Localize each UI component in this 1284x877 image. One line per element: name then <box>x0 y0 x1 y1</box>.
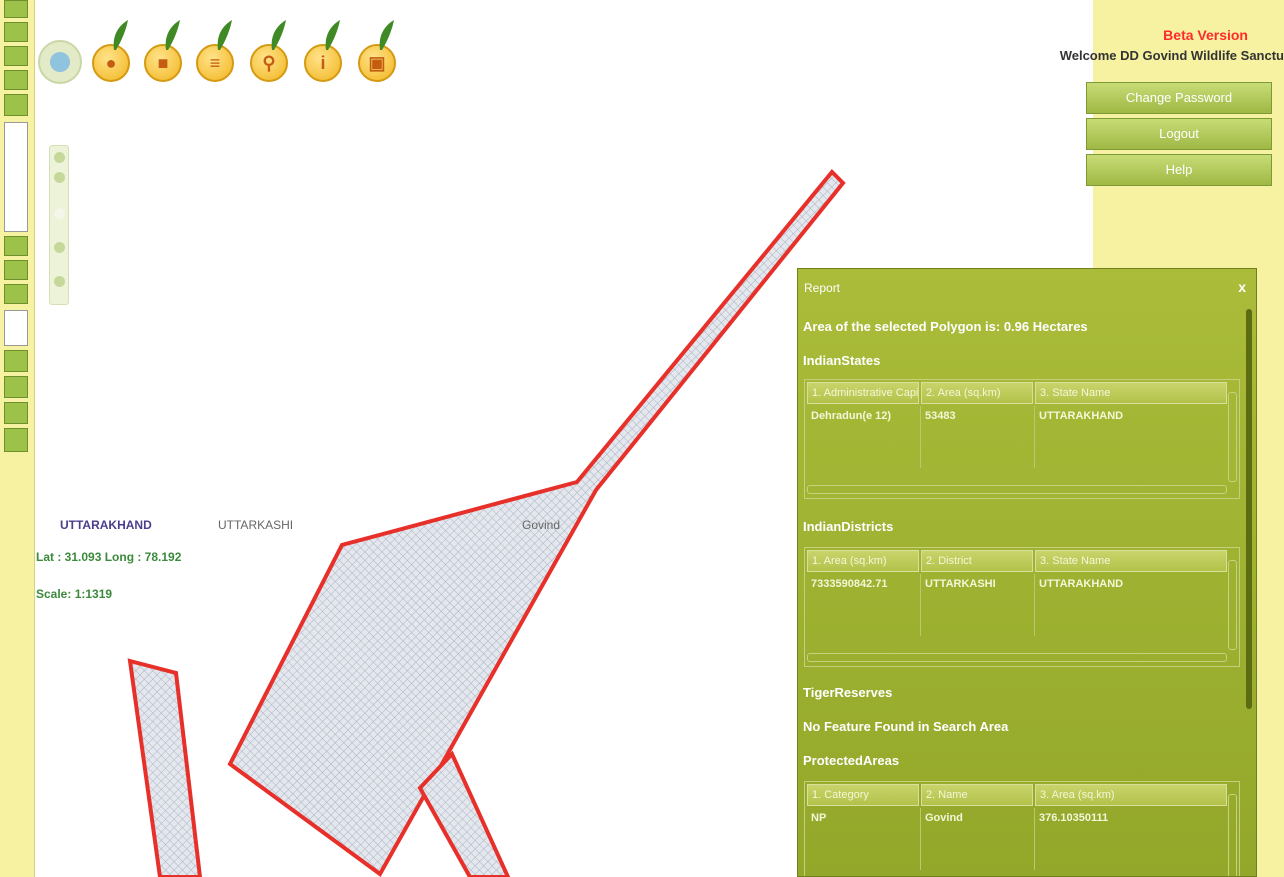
horizontal-scrollbar[interactable] <box>807 485 1227 494</box>
table-header[interactable]: 3. Area (sq.km) <box>1035 784 1227 806</box>
horizontal-scrollbar[interactable] <box>807 653 1227 662</box>
draw-line-icon[interactable] <box>4 428 28 452</box>
indiandistricts-table: 1. Area (sq.km) 2. District 3. State Nam… <box>804 547 1240 667</box>
map-tile-icon[interactable]: ■ <box>144 20 182 82</box>
help-button[interactable]: Help <box>1086 154 1272 186</box>
indianstates-title: IndianStates <box>803 353 881 368</box>
strip-button-11[interactable] <box>4 402 28 424</box>
table-cell: UTTARKASHI <box>925 578 996 590</box>
strip-button-7[interactable] <box>4 260 28 280</box>
indianstates-table: 1. Administrative Capital 2. Area (sq.km… <box>804 379 1240 499</box>
strip-button-9[interactable] <box>4 350 28 372</box>
globe-icon <box>50 52 70 72</box>
zoom-in-icon[interactable] <box>54 152 65 163</box>
table-cell: NP <box>811 812 827 824</box>
table-cell: 376.10350111 <box>1039 812 1109 824</box>
table-cell: Dehradun(e 12) <box>811 410 892 422</box>
strip-button-8[interactable] <box>4 284 28 304</box>
strip-button-4[interactable] <box>4 70 28 90</box>
leaf-decoration-icon <box>113 20 128 50</box>
district-label: UTTARKASHI <box>218 518 294 532</box>
no-feature-message: No Feature Found in Search Area <box>803 719 1009 734</box>
layers-icon[interactable]: ≡ <box>196 20 234 82</box>
strip-button-6[interactable] <box>4 236 28 256</box>
opacity-slider[interactable] <box>4 310 28 346</box>
left-toolstrip <box>0 0 35 877</box>
polygon-area-text: Area of the selected Polygon is: 0.96 He… <box>803 319 1088 334</box>
zoom-bar[interactable] <box>49 145 69 305</box>
polygon-left-strip[interactable] <box>127 658 203 877</box>
table-cell: UTTARAKHAND <box>1039 410 1124 422</box>
indiandistricts-title: IndianDistricts <box>803 519 894 534</box>
strip-button-10[interactable] <box>4 376 28 398</box>
leaf-decoration-icon <box>217 20 232 50</box>
table-header[interactable]: 2. District <box>921 550 1033 572</box>
table-header[interactable]: 1. Administrative Capital <box>807 382 919 404</box>
vertical-scrollbar[interactable] <box>1228 794 1237 876</box>
report-scrollbar[interactable] <box>1246 309 1252 709</box>
area-label: Govind <box>522 518 561 532</box>
leaf-decoration-icon <box>379 20 394 50</box>
print-icon[interactable]: ▣ <box>358 20 396 82</box>
scale-readout: Scale: 1:1319 <box>36 587 113 601</box>
zoom-slider-track[interactable] <box>4 122 28 232</box>
search-icon[interactable]: ⚲ <box>250 20 288 82</box>
vertical-scrollbar[interactable] <box>1228 560 1237 650</box>
table-header[interactable]: 1. Area (sq.km) <box>807 550 919 572</box>
report-title: Report <box>804 281 841 295</box>
state-label: UTTARAKHAND <box>60 518 152 532</box>
beta-version-label: Beta Version <box>1163 27 1248 43</box>
table-cell: 7333590842.71 <box>811 578 888 590</box>
report-dialog: Report x Area of the selected Polygon is… <box>797 268 1257 877</box>
info-icon[interactable]: i <box>304 20 342 82</box>
strip-button-3[interactable] <box>4 46 28 66</box>
protectedareas-title: ProtectedAreas <box>803 753 900 768</box>
strip-button-5[interactable] <box>4 94 28 116</box>
zoom-previous-icon[interactable] <box>54 242 65 253</box>
zoom-next-icon[interactable] <box>54 276 65 287</box>
logout-button[interactable]: Logout <box>1086 118 1272 150</box>
change-password-button[interactable]: Change Password <box>1086 82 1272 114</box>
strip-button-2[interactable] <box>4 22 28 42</box>
table-cell: UTTARAKHAND <box>1039 578 1124 590</box>
table-header[interactable]: 1. Category <box>807 784 919 806</box>
table-header[interactable]: 3. State Name <box>1035 382 1227 404</box>
pan-control[interactable] <box>38 40 82 84</box>
table-header[interactable]: 2. Name <box>921 784 1033 806</box>
table-cell: 53483 <box>925 410 956 422</box>
leaf-decoration-icon <box>165 20 180 50</box>
map-pin-icon[interactable]: ● <box>92 20 130 82</box>
table-header[interactable]: 2. Area (sq.km) <box>921 382 1033 404</box>
vertical-scrollbar[interactable] <box>1228 392 1237 482</box>
leaf-decoration-icon <box>271 20 286 50</box>
zoom-out-icon[interactable] <box>54 172 65 183</box>
tigerreserves-title: TigerReserves <box>803 685 893 700</box>
coordinates-readout: Lat : 31.093 Long : 78.192 <box>36 550 182 564</box>
strip-button-1[interactable] <box>4 0 28 18</box>
table-header[interactable]: 3. State Name <box>1035 550 1227 572</box>
close-icon[interactable]: x <box>1238 279 1246 295</box>
polygon-center-strip[interactable] <box>417 750 511 877</box>
leaf-decoration-icon <box>325 20 340 50</box>
zoom-level-icon[interactable] <box>54 208 65 219</box>
welcome-text: Welcome DD Govind Wildlife Sanctu <box>1059 48 1284 63</box>
table-cell: Govind <box>925 812 963 824</box>
protectedareas-table: 1. Category 2. Name 3. Area (sq.km) NP G… <box>804 781 1240 876</box>
